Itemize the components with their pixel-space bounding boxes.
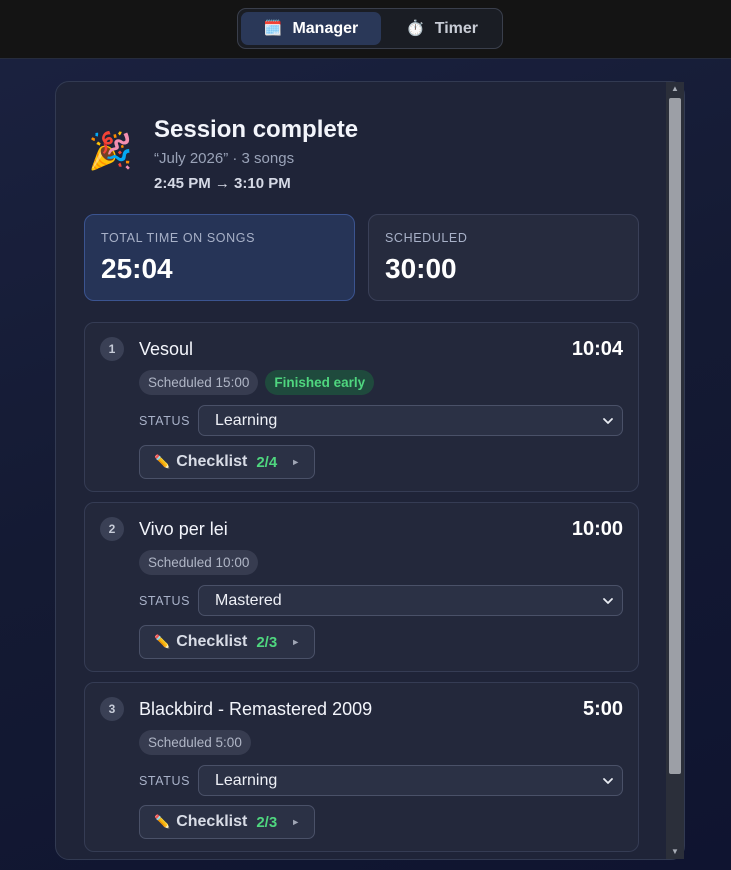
song-badges: Scheduled 10:00 — [139, 550, 259, 575]
finished-early-badge: Finished early — [265, 370, 375, 395]
total-time-card: TOTAL TIME ON SONGS 25:04 — [84, 214, 355, 301]
song-card: 3 Blackbird - Remastered 2009 5:00 Sched… — [84, 682, 639, 852]
song-name: Blackbird - Remastered 2009 — [139, 699, 373, 719]
pencil-icon: ✏️ — [154, 814, 171, 829]
checklist-button[interactable]: ✏️ Checklist 2/3 ► — [139, 805, 315, 839]
top-bar: 🗓️ Manager ⏱️ Timer — [0, 0, 731, 59]
song-badges: Scheduled 15:00 Finished early — [139, 370, 375, 395]
status-value: Learning — [215, 771, 278, 789]
tab-timer-label: Timer — [434, 19, 478, 37]
scroll-up-arrow-icon[interactable]: ▲ — [666, 82, 684, 96]
total-time-label: TOTAL TIME ON SONGS — [101, 231, 256, 245]
chevron-down-icon — [603, 778, 613, 784]
song-time: 10:00 — [571, 518, 623, 540]
scheduled-badge: Scheduled 10:00 — [139, 550, 259, 575]
calendar-icon: 🗓️ — [263, 20, 283, 37]
status-select[interactable]: Learning — [198, 765, 623, 796]
session-subtitle: “July 2026” · 3 songs — [154, 150, 295, 167]
scheduled-time-value: 30:00 — [385, 253, 457, 284]
session-time-range: 2:45 PM → 3:10 PM — [154, 175, 291, 192]
song-time: 5:00 — [582, 698, 623, 720]
checklist-label: Checklist — [176, 453, 248, 470]
checklist-label: Checklist — [176, 633, 248, 650]
checklist-button[interactable]: ✏️ Checklist 2/4 ► — [139, 445, 315, 479]
stopwatch-icon: ⏱️ — [406, 20, 425, 37]
chevron-down-icon — [603, 418, 613, 424]
status-label: STATUS — [139, 414, 191, 428]
view-switcher: 🗓️ Manager ⏱️ Timer — [237, 8, 503, 49]
caret-right-icon: ► — [291, 637, 301, 647]
scheduled-time-label: SCHEDULED — [385, 231, 468, 245]
scroll-thumb[interactable] — [669, 98, 681, 774]
song-number: 2 — [100, 517, 124, 541]
chevron-down-icon — [603, 598, 613, 604]
total-time-value: 25:04 — [101, 253, 173, 284]
scheduled-badge: Scheduled 5:00 — [139, 730, 251, 755]
status-select[interactable]: Learning — [198, 405, 623, 436]
scheduled-badge: Scheduled 15:00 — [139, 370, 259, 395]
checklist-count: 2/3 — [256, 813, 278, 831]
scroll-down-arrow-icon[interactable]: ▼ — [666, 845, 684, 859]
scrollbar[interactable]: ▲ ▼ — [666, 82, 684, 859]
song-name: Vesoul — [139, 339, 194, 359]
caret-right-icon: ► — [291, 457, 301, 467]
tab-manager-label: Manager — [292, 19, 359, 37]
song-number: 3 — [100, 697, 124, 721]
song-badges: Scheduled 5:00 — [139, 730, 251, 755]
song-number: 1 — [100, 337, 124, 361]
status-value: Learning — [215, 411, 278, 429]
status-value: Mastered — [215, 591, 282, 609]
tab-manager[interactable]: 🗓️ Manager — [241, 12, 381, 45]
status-label: STATUS — [139, 594, 191, 608]
checklist-count: 2/3 — [256, 633, 278, 651]
song-name: Vivo per lei — [139, 519, 228, 539]
scheduled-time-card: SCHEDULED 30:00 — [368, 214, 639, 301]
pencil-icon: ✏️ — [154, 634, 171, 649]
checklist-button[interactable]: ✏️ Checklist 2/3 ► — [139, 625, 315, 659]
caret-right-icon: ► — [291, 817, 301, 827]
checklist-label: Checklist — [176, 813, 248, 830]
song-time: 10:04 — [571, 338, 623, 360]
pencil-icon: ✏️ — [154, 454, 171, 469]
session-title: Session complete — [154, 116, 359, 143]
checklist-count: 2/4 — [256, 453, 278, 471]
song-card: 1 Vesoul 10:04 Scheduled 15:00 Finished … — [84, 322, 639, 492]
status-label: STATUS — [139, 774, 191, 788]
song-card: 2 Vivo per lei 10:00 Scheduled 10:00 STA… — [84, 502, 639, 672]
status-select[interactable]: Mastered — [198, 585, 623, 616]
tab-timer[interactable]: ⏱️ Timer — [386, 12, 498, 45]
party-popper-icon: 🎉 — [88, 130, 133, 171]
